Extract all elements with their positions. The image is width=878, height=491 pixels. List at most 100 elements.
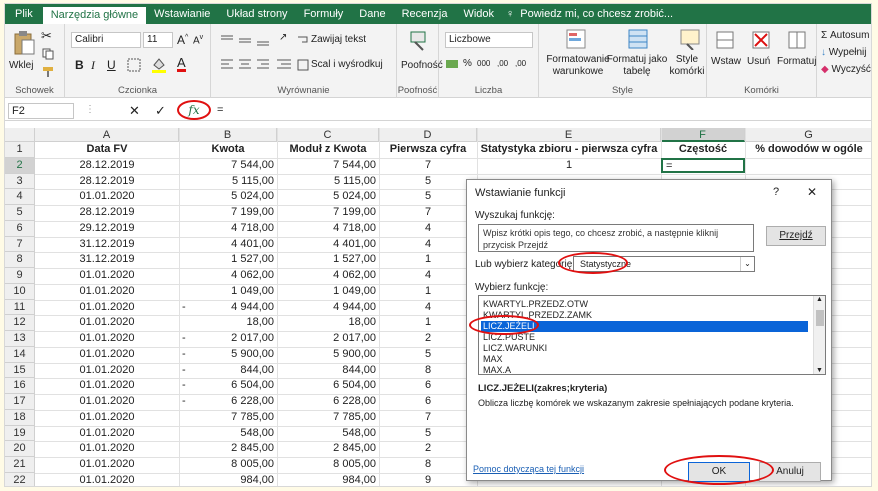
row-header[interactable]: 21 <box>5 457 35 473</box>
column-header[interactable]: D <box>379 128 477 142</box>
date-cell[interactable]: 29.12.2019 <box>35 221 179 236</box>
select-all-corner[interactable] <box>5 128 35 142</box>
abs-amount-cell[interactable]: 5 024,00 <box>277 189 379 204</box>
row-header[interactable]: 17 <box>5 394 35 410</box>
date-cell[interactable]: 01.01.2020 <box>35 284 179 299</box>
column-header[interactable]: C <box>277 128 379 142</box>
confirm-entry-button[interactable]: ✓ <box>155 103 166 119</box>
first-digit-cell[interactable]: 1 <box>379 315 477 330</box>
first-digit-cell[interactable]: 6 <box>379 394 477 409</box>
column-header[interactable]: F <box>661 128 745 142</box>
function-list[interactable]: ▲ ▼ KWARTYL.PRZEDZ.OTW KWARTYL.PRZEDZ.ZAM… <box>478 295 826 375</box>
scroll-up-icon[interactable]: ▲ <box>816 296 823 303</box>
decrease-decimal-button[interactable]: ,00 <box>515 59 526 68</box>
row-header[interactable]: 6 <box>5 220 35 237</box>
fill-color-icon[interactable] <box>151 56 167 74</box>
number-format-select[interactable]: Liczbowe <box>445 32 533 48</box>
underline-button[interactable]: U <box>107 58 116 72</box>
first-digit-cell[interactable]: 9 <box>379 473 477 486</box>
date-cell[interactable]: 01.01.2020 <box>35 268 179 283</box>
abs-amount-cell[interactable]: 5 115,00 <box>277 174 379 189</box>
first-digit-cell[interactable]: 1 <box>379 252 477 267</box>
paste-button[interactable]: Wklej <box>9 60 33 71</box>
abs-amount-cell[interactable]: 6 504,00 <box>277 378 379 393</box>
date-cell[interactable]: 28.12.2019 <box>35 158 179 173</box>
abs-amount-cell[interactable]: 7 785,00 <box>277 410 379 425</box>
abs-amount-cell[interactable]: 18,00 <box>277 315 379 330</box>
row-header[interactable]: 16 <box>5 378 35 394</box>
close-button[interactable]: ✕ <box>807 185 817 199</box>
first-digit-cell[interactable]: 8 <box>379 457 477 472</box>
first-digit-cell[interactable]: 7 <box>379 205 477 220</box>
abs-amount-cell[interactable]: 1 049,00 <box>277 284 379 299</box>
date-cell[interactable]: 31.12.2019 <box>35 252 179 267</box>
first-digit-cell[interactable]: 5 <box>379 426 477 441</box>
row-header[interactable]: 13 <box>5 331 35 347</box>
cancel-entry-button[interactable]: ✕ <box>129 103 140 119</box>
abs-amount-cell[interactable]: 4 401,00 <box>277 237 379 252</box>
first-digit-cell[interactable]: 4 <box>379 221 477 236</box>
abs-amount-cell[interactable]: 2 017,00 <box>277 331 379 346</box>
cell-styles-button[interactable]: Style komórki <box>667 54 707 78</box>
date-cell[interactable]: 01.01.2020 <box>35 394 179 409</box>
wrap-text-button[interactable]: Zawijaj tekst <box>311 34 366 45</box>
row-header[interactable]: 15 <box>5 362 35 379</box>
abs-amount-cell[interactable]: 4 718,00 <box>277 221 379 236</box>
font-color-button[interactable]: A <box>177 56 186 72</box>
header-cell[interactable]: Moduł z Kwota <box>277 142 379 157</box>
date-cell[interactable]: 01.01.2020 <box>35 331 179 346</box>
active-cell-f2[interactable]: = <box>661 157 745 173</box>
poofnosc-label[interactable]: Poofność <box>401 60 443 71</box>
merge-button[interactable]: Scal i wyśrodkuj <box>311 59 383 70</box>
row-header[interactable]: 1 <box>5 142 35 158</box>
date-cell[interactable]: 01.01.2020 <box>35 426 179 441</box>
abs-amount-cell[interactable]: 984,00 <box>277 473 379 486</box>
scroll-thumb[interactable] <box>816 310 824 326</box>
first-digit-cell[interactable]: 5 <box>379 347 477 362</box>
function-item[interactable]: MAX.A <box>481 365 511 374</box>
format-painter-icon[interactable] <box>42 66 56 78</box>
first-digit-cell[interactable]: 4 <box>379 300 477 315</box>
date-cell[interactable]: 28.12.2019 <box>35 205 179 220</box>
first-digit-cell[interactable]: 2 <box>379 441 477 456</box>
fill-button[interactable]: ↓ Wypełnij <box>821 47 866 58</box>
paste-icon[interactable] <box>13 30 35 56</box>
first-digit-cell[interactable]: 7 <box>379 158 477 173</box>
formula-input[interactable]: = <box>217 104 223 116</box>
vertical-align-icons[interactable] <box>219 33 279 47</box>
row-header[interactable]: 2 <box>5 157 35 174</box>
date-cell[interactable]: 01.01.2020 <box>35 315 179 330</box>
horizontal-align-icons[interactable] <box>219 58 299 72</box>
copy-icon[interactable] <box>42 48 54 60</box>
header-cell[interactable]: Statystyka zbioru - pierwsza cyfra <box>477 142 661 157</box>
header-cell[interactable]: Pierwsza cyfra <box>379 142 477 157</box>
insert-cells-icon[interactable] <box>715 30 735 50</box>
format-cells-button[interactable]: Formatuj <box>777 56 816 67</box>
increase-decimal-button[interactable]: ,00 <box>497 59 508 68</box>
cut-icon[interactable]: ✂ <box>41 28 52 44</box>
row-header[interactable]: 11 <box>5 299 35 316</box>
date-cell[interactable]: 01.01.2020 <box>35 410 179 425</box>
orientation-icon[interactable]: ↗ <box>279 32 287 43</box>
first-digit-cell[interactable]: 5 <box>379 174 477 189</box>
first-digit-cell[interactable]: 5 <box>379 189 477 204</box>
font-name-select[interactable]: Calibri <box>71 32 141 48</box>
first-digit-cell[interactable]: 4 <box>379 237 477 252</box>
tab-view[interactable]: Widok <box>455 4 502 24</box>
first-digit-cell[interactable]: 8 <box>379 363 477 378</box>
date-cell[interactable]: 28.12.2019 <box>35 174 179 189</box>
font-size-select[interactable]: 11 <box>143 32 173 48</box>
abs-amount-cell[interactable]: 548,00 <box>277 426 379 441</box>
format-table-button[interactable]: Formatuj jako tabelę <box>605 54 669 78</box>
function-item[interactable]: KWARTYL.PRZEDZ.OTW <box>481 299 588 310</box>
abs-amount-cell[interactable]: 844,00 <box>277 363 379 378</box>
tab-home[interactable]: Narzędzia główne <box>42 7 147 24</box>
header-cell[interactable]: Data FV <box>35 142 179 157</box>
abs-amount-cell[interactable]: 5 900,00 <box>277 347 379 362</box>
delete-cells-button[interactable]: Usuń <box>747 56 770 67</box>
format-cells-icon[interactable] <box>787 30 807 50</box>
row-header[interactable]: 3 <box>5 173 35 190</box>
function-item[interactable]: LICZ.WARUNKI <box>481 343 547 354</box>
tab-page-layout[interactable]: Układ strony <box>218 4 295 24</box>
tab-formulas[interactable]: Formuły <box>296 4 352 24</box>
